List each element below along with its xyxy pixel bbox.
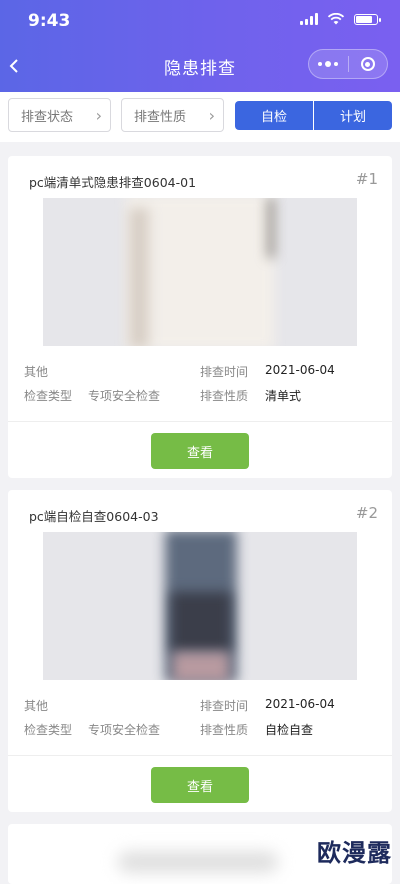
tab-plan[interactable]: 计划	[314, 101, 392, 130]
time-value: 2021-06-04	[265, 363, 335, 377]
card-title: pc端清单式隐患排查0604-01	[29, 175, 197, 190]
nature-filter-label: 排查性质	[134, 109, 187, 125]
view-button[interactable]: 查看	[151, 767, 249, 803]
card-index: #1	[355, 170, 378, 188]
chevron-right-icon: ›	[208, 106, 215, 125]
status-icons	[300, 13, 381, 25]
category-label: 其他	[24, 699, 49, 713]
inspection-card: pc端自检自查0604-03 #2 其他 排查时间 2021-06-04 检查类…	[8, 490, 392, 812]
app-header: 9:43 隐患排查	[0, 0, 400, 92]
nature-label: 排查性质	[200, 389, 249, 403]
filter-bar: 排查状态 › 排查性质 › 自检 计划	[0, 92, 400, 142]
chevron-right-icon: ›	[95, 106, 102, 125]
status-filter-select[interactable]: 排查状态 ›	[8, 98, 111, 132]
time-label: 排查时间	[200, 699, 249, 713]
card-divider	[8, 755, 392, 756]
type-label: 检查类型	[24, 389, 73, 403]
more-button[interactable]	[309, 50, 348, 78]
nav-bar: 隐患排查	[0, 44, 400, 88]
card-divider	[8, 421, 392, 422]
card-index: #2	[355, 504, 378, 522]
status-bar: 9:43	[0, 0, 400, 44]
mini-program-capsule	[308, 49, 388, 79]
watermark-text: 欧漫露	[317, 839, 392, 867]
tab-self-check[interactable]: 自检	[235, 101, 313, 130]
inspection-photo[interactable]	[43, 532, 357, 680]
nature-label: 排查性质	[200, 723, 249, 737]
more-dots-icon	[318, 61, 339, 67]
status-filter-label: 排查状态	[21, 109, 74, 125]
close-mini-program-button[interactable]	[349, 50, 388, 78]
nature-filter-select[interactable]: 排查性质 ›	[121, 98, 224, 132]
time-label: 排查时间	[200, 365, 249, 379]
type-value: 专项安全检查	[88, 723, 161, 737]
view-button[interactable]: 查看	[151, 433, 249, 469]
category-label: 其他	[24, 365, 49, 379]
time-value: 2021-06-04	[265, 697, 335, 711]
inspection-card: pc端清单式隐患排查0604-01 #1 其他 排查时间 2021-06-04 …	[8, 156, 392, 478]
inspection-photo[interactable]	[43, 198, 357, 346]
cellular-signal-icon	[300, 13, 318, 25]
nature-value: 自检自查	[265, 723, 314, 737]
wifi-icon	[327, 13, 345, 25]
target-icon	[360, 57, 375, 71]
status-time: 9:43	[28, 11, 71, 31]
card-title: pc端自检自查0604-03	[29, 509, 159, 524]
type-value: 专项安全检查	[88, 389, 161, 403]
type-label: 检查类型	[24, 723, 73, 737]
card-preview-placeholder	[118, 852, 278, 872]
nature-value: 清单式	[265, 389, 302, 403]
battery-icon	[354, 13, 381, 25]
